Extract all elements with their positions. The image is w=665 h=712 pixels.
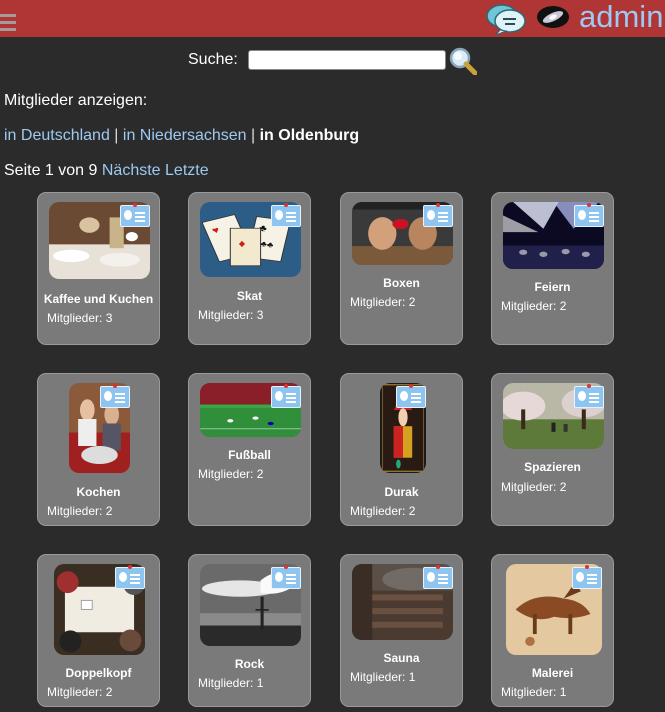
group-title[interactable]: Sauna — [341, 651, 462, 665]
member-count: Mitglieder: 1 — [501, 685, 567, 699]
member-count: Mitglieder: 2 — [198, 467, 264, 481]
member-count: Mitglieder: 2 — [47, 504, 113, 518]
region-lower-saxony-link[interactable]: in Niedersachsen — [123, 127, 247, 144]
id-card-icon — [423, 565, 453, 589]
group-title[interactable]: Fußball — [189, 448, 310, 462]
separator: | — [114, 127, 119, 144]
id-card-icon — [423, 203, 453, 227]
svg-text:♦: ♦ — [238, 238, 245, 250]
last-page-link[interactable]: Letzte — [165, 162, 209, 179]
group-card-boxen[interactable]: Boxen Mitglieder: 2 — [340, 192, 463, 345]
chat-icon[interactable] — [486, 3, 528, 35]
group-card-spazieren[interactable]: Spazieren Mitglieder: 2 — [491, 373, 614, 526]
search-input[interactable] — [248, 50, 446, 70]
member-count: Mitglieder: 2 — [501, 480, 567, 494]
id-card-icon — [271, 203, 301, 227]
member-count: Mitglieder: 2 — [47, 685, 113, 699]
menu-icon[interactable] — [0, 14, 16, 32]
group-card-malerei[interactable]: Malerei Mitglieder: 1 — [491, 554, 614, 707]
id-card-icon — [271, 384, 301, 408]
member-count: Mitglieder: 2 — [350, 504, 416, 518]
group-card-skat[interactable]: ♥ ♣ ♣♣ ♦ Skat Mitglieder: 3 — [188, 192, 311, 345]
member-count: Mitglieder: 1 — [350, 670, 416, 684]
group-card-feiern[interactable]: Feiern Mitglieder: 2 — [491, 192, 614, 345]
group-title[interactable]: Feiern — [492, 280, 613, 294]
group-title[interactable]: Rock — [189, 657, 310, 671]
group-card-fussball[interactable]: Fußball Mitglieder: 2 — [188, 373, 311, 526]
group-card-kaffee-und-kuchen[interactable]: Kaffee und Kuchen Mitglieder: 3 — [37, 192, 160, 345]
pagination: Seite 1 von 9 Nächste Letzte — [4, 162, 209, 180]
group-card-sauna[interactable]: Sauna Mitglieder: 1 — [340, 554, 463, 707]
id-card-icon — [574, 384, 604, 408]
galaxy-icon[interactable] — [536, 4, 570, 30]
search-icon[interactable] — [449, 47, 477, 75]
group-title[interactable]: Spazieren — [492, 460, 613, 474]
member-count: Mitglieder: 3 — [198, 308, 264, 322]
region-current: in Oldenburg — [259, 127, 360, 144]
member-count: Mitglieder: 3 — [47, 311, 113, 325]
next-page-link[interactable]: Nächste — [102, 162, 161, 179]
group-card-rock[interactable]: Rock Mitglieder: 1 — [188, 554, 311, 707]
group-title[interactable]: Boxen — [341, 276, 462, 290]
group-card-durak[interactable]: Durak Mitglieder: 2 — [340, 373, 463, 526]
group-card-doppelkopf[interactable]: Doppelkopf Mitglieder: 2 — [37, 554, 160, 707]
top-bar: admin — [0, 0, 665, 37]
member-count: Mitglieder: 2 — [350, 295, 416, 309]
id-card-icon — [115, 565, 145, 589]
group-card-kochen[interactable]: Kochen Mitglieder: 2 — [37, 373, 160, 526]
group-title[interactable]: Doppelkopf — [38, 666, 159, 680]
members-label: Mitglieder anzeigen: — [4, 92, 148, 109]
page-status: Seite 1 von 9 — [4, 162, 98, 179]
region-germany-link[interactable]: in Deutschland — [4, 127, 110, 144]
region-breadcrumb: in Deutschland | in Niedersachsen | in O… — [4, 127, 359, 145]
svg-text:♣♣: ♣♣ — [259, 239, 274, 249]
id-card-icon — [574, 203, 604, 227]
group-title[interactable]: Durak — [341, 485, 462, 499]
search-label: Suche: — [188, 51, 238, 68]
member-count: Mitglieder: 1 — [198, 676, 264, 690]
id-card-icon — [396, 384, 426, 408]
group-title[interactable]: Malerei — [492, 666, 613, 680]
id-card-icon — [271, 565, 301, 589]
group-title[interactable]: Skat — [189, 289, 310, 303]
user-link[interactable]: admin — [579, 0, 663, 35]
member-count: Mitglieder: 2 — [501, 299, 567, 313]
id-card-icon — [120, 203, 150, 227]
group-title[interactable]: Kochen — [38, 485, 159, 499]
group-title[interactable]: Kaffee und Kuchen — [38, 292, 159, 306]
id-card-icon — [100, 384, 130, 408]
id-card-icon — [572, 565, 602, 589]
separator: | — [250, 127, 256, 144]
